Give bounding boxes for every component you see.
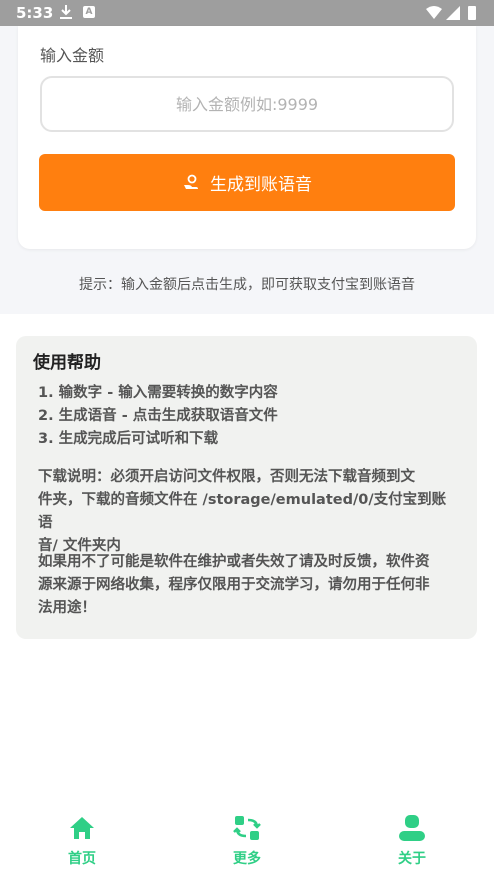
generate-button-label: 生成到账语音 xyxy=(210,175,312,195)
swap-icon xyxy=(233,816,261,840)
wifi-icon xyxy=(426,6,442,19)
status-time: 5:33 xyxy=(16,4,54,22)
nav-home-label: 首页 xyxy=(68,851,96,867)
bottom-nav: 首页 更多 关于 xyxy=(0,800,494,878)
download-note-line: 下载说明：必须开启访问文件权限，否则无法下载音频到文 xyxy=(38,469,415,485)
nav-more[interactable]: 更多 xyxy=(207,814,287,868)
disclaimer-line: 源来源于网络收集，程序仅限用于交流学习，请勿用于任何非 xyxy=(38,577,430,593)
nav-more-label: 更多 xyxy=(233,851,261,867)
download-icon xyxy=(60,5,72,19)
help-step: 1. 输数字 - 输入需要转换的数字内容 xyxy=(38,385,278,401)
money-hand-icon xyxy=(184,174,198,189)
signal-icon xyxy=(446,6,460,20)
download-note-line: 件夹，下载的音频文件在 /storage/emulated/0/支付宝到账语 xyxy=(38,492,447,531)
download-note: 下载说明：必须开启访问文件权限，否则无法下载音频到文 件夹，下载的音频文件在 /… xyxy=(38,466,460,558)
disclaimer-line: 如果用不了可能是软件在维护或者失效了请及时反馈，软件资 xyxy=(38,554,430,570)
help-card: 使用帮助 1. 输数字 - 输入需要转换的数字内容 2. 生成语音 - 点击生成… xyxy=(16,336,477,639)
tip-text: 提示：输入金额后点击生成，即可获取支付宝到账语音 xyxy=(79,277,415,293)
status-bar: 5:33 A xyxy=(0,0,494,26)
help-title: 使用帮助 xyxy=(33,353,101,373)
help-step: 3. 生成完成后可试听和下载 xyxy=(38,431,219,447)
amount-card: 输入金额 生成到账语音 xyxy=(18,26,476,249)
disclaimer: 如果用不了可能是软件在维护或者失效了请及时反馈，软件资 源来源于网络收集，程序仅… xyxy=(38,551,460,620)
a-badge-icon: A xyxy=(83,6,95,18)
converter-section: 输入金额 生成到账语音 提示：输入金额后点击生成，即可获取支付宝到账语音 xyxy=(0,26,494,314)
user-icon xyxy=(399,815,425,841)
generate-voice-button[interactable]: 生成到账语音 xyxy=(39,154,455,211)
nav-home[interactable]: 首页 xyxy=(42,814,122,868)
nav-about[interactable]: 关于 xyxy=(372,814,452,868)
home-icon xyxy=(70,817,94,839)
nav-about-label: 关于 xyxy=(398,851,426,867)
help-steps: 1. 输数字 - 输入需要转换的数字内容 2. 生成语音 - 点击生成获取语音文… xyxy=(38,382,278,451)
help-step: 2. 生成语音 - 点击生成获取语音文件 xyxy=(38,408,278,424)
battery-icon xyxy=(468,6,476,20)
disclaimer-line: 法用途！ xyxy=(38,600,96,616)
status-icons xyxy=(426,6,476,20)
amount-input[interactable] xyxy=(40,76,454,132)
amount-label: 输入金额 xyxy=(40,46,105,65)
